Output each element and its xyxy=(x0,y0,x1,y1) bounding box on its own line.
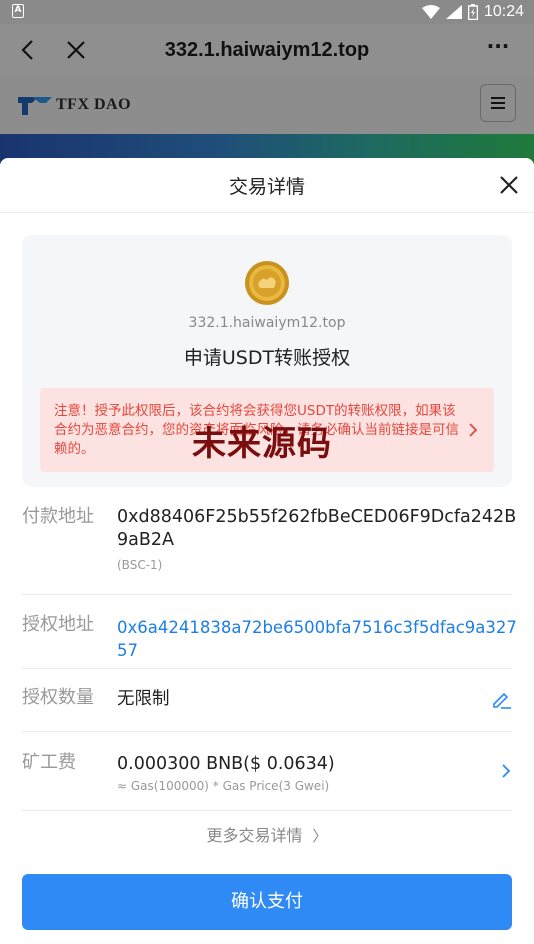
browser-toolbar: 332.1.haiwaiym12.top ··· xyxy=(0,24,534,76)
battery-icon xyxy=(467,4,478,20)
payer-row: 付款地址 0xd88406F25b55f262fbBeCED06F9Dcfa24… xyxy=(0,506,534,596)
spender-label: 授权地址 xyxy=(22,614,94,635)
more-details-link[interactable]: 更多交易详情 〉 xyxy=(0,822,534,846)
chevron-right-icon xyxy=(502,764,511,778)
more-details-label: 更多交易详情 xyxy=(206,826,303,845)
transaction-sheet: 交易详情 332.1.haiwaiym12.top 申请USDT转账授权 注意！… xyxy=(0,158,534,944)
payer-network: (BSC-1) xyxy=(117,558,163,572)
more-menu-button[interactable]: ··· xyxy=(484,36,512,64)
chevron-right-icon xyxy=(469,423,478,437)
back-arrow-icon[interactable] xyxy=(14,36,42,64)
wifi-icon xyxy=(421,5,440,19)
dapp-logo-icon xyxy=(245,261,289,305)
sheet-header: 交易详情 xyxy=(0,158,534,213)
payer-address: 0xd88406F25b55f262fbBeCED06F9Dcfa242B9aB… xyxy=(117,507,517,550)
hamburger-icon xyxy=(491,97,505,109)
fee-label: 矿工费 xyxy=(22,752,76,773)
site-logo[interactable]: TFX DAO xyxy=(18,92,131,118)
signal-icon xyxy=(445,5,462,19)
status-bar: A 10:24 xyxy=(0,0,534,24)
app-notification-icon: A xyxy=(12,4,24,18)
page-url: 332.1.haiwaiym12.top xyxy=(164,39,370,61)
request-title: 申请USDT转账授权 xyxy=(183,347,351,369)
fee-row[interactable]: 矿工费 0.000300 BNB($ 0.0634) ≈ Gas(100000)… xyxy=(0,752,534,812)
sheet-title: 交易详情 xyxy=(228,176,305,198)
amount-label: 授权数量 xyxy=(22,687,94,708)
status-time: 10:24 xyxy=(483,3,524,20)
fee-detail: ≈ Gas(100000) * Gas Price(3 Gwei) xyxy=(117,779,330,793)
tfx-logo-icon xyxy=(18,97,52,115)
watermark-text: 未来源码 xyxy=(192,424,332,464)
divider xyxy=(22,594,512,595)
site-menu-button[interactable] xyxy=(480,84,516,122)
chevron-right-icon: 〉 xyxy=(307,827,328,845)
divider xyxy=(22,810,512,811)
close-page-icon[interactable] xyxy=(62,36,90,64)
divider xyxy=(22,668,512,669)
spender-address-link[interactable]: 0x6a4241838a72be6500bfa7516c3f5dfac9a327… xyxy=(117,616,517,662)
edit-icon[interactable] xyxy=(490,688,512,710)
dapp-domain: 332.1.haiwaiym12.top xyxy=(188,315,346,331)
confirm-pay-button[interactable]: 确认支付 xyxy=(22,874,512,930)
fee-value: 0.000300 BNB($ 0.0634) xyxy=(117,754,335,774)
spender-row: 授权地址 0x6a4241838a72be6500bfa7516c3f5dfac… xyxy=(0,614,534,670)
site-header: TFX DAO xyxy=(0,76,534,134)
amount-value: 无限制 xyxy=(117,689,170,709)
divider xyxy=(22,731,512,732)
close-icon[interactable] xyxy=(498,174,520,196)
site-logo-text: TFX DAO xyxy=(56,96,132,113)
payer-label: 付款地址 xyxy=(22,506,94,527)
